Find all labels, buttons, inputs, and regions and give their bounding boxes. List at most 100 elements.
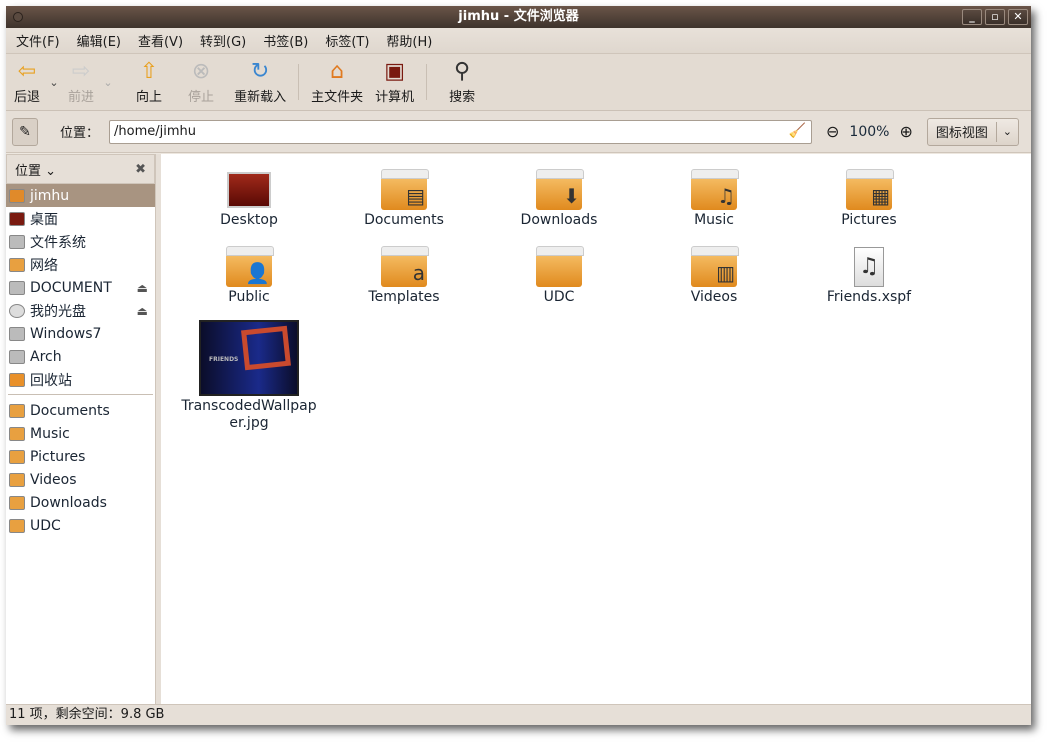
search-icon: ⚲ [454,58,471,84]
maximize-button[interactable]: ▫ [985,9,1005,25]
video-emblem-icon: ▥ [716,261,735,285]
menu-4[interactable]: 书签(B) [257,31,314,50]
sidebar-item-music[interactable]: Music [6,422,155,445]
menu-1[interactable]: 编辑(E) [71,31,127,50]
location-input[interactable]: /home/jimhu 🧹 [109,119,813,144]
sidebar-item-arch[interactable]: Arch [6,345,155,368]
sidebar-type-select[interactable]: 位置 ⌄ [15,160,56,179]
drive-icon [9,326,25,341]
sidebar-item-documents[interactable]: Documents [6,399,155,422]
back-label: 后退 [14,89,41,105]
back-arrow-icon: ⇦ [17,58,37,84]
folder-icon [9,518,25,533]
file-name: Downloads [520,212,598,228]
file-name: Pictures [841,212,897,228]
zoom-level[interactable]: 100% [849,124,889,140]
document-emblem-icon: ▤ [406,184,425,208]
zoom-out-icon[interactable]: ⊖ [826,122,839,141]
sidebar-item-downloads[interactable]: Downloads [6,491,155,514]
close-button[interactable]: ✕ [1008,9,1028,25]
sidebar-item-桌面[interactable]: 桌面 [6,207,155,230]
menu-0[interactable]: 文件(F) [10,31,66,50]
sidebar-item-label: 我的光盘 [30,303,86,320]
forward-history-dropdown[interactable]: ⌄ [100,76,116,89]
eject-icon[interactable]: ⏏ [137,304,148,318]
back-history-dropdown[interactable]: ⌄ [46,76,62,89]
template-emblem-icon: a [412,261,425,285]
file-item[interactable]: FRIENDS TranscodedWallpaper.jpg [174,320,324,432]
folder-icon: ♫ [691,169,739,210]
sidebar-type-label: 位置 [15,163,42,179]
sidebar-item-label: Pictures [30,448,86,465]
forward-button[interactable]: ⇨ 前进 [62,56,100,108]
file-item[interactable]: UDC [484,246,634,305]
minimize-button[interactable]: _ [962,9,982,25]
file-name: Videos [690,289,738,305]
file-item[interactable]: ⬇ Downloads [484,169,634,228]
file-name: Desktop [220,212,278,228]
file-item[interactable]: ▤ Documents [329,169,479,228]
reload-button[interactable]: ↻ 重新载入 [228,56,292,108]
sidebar-item-label: Windows7 [30,325,102,342]
sidebar-item-jimhu[interactable]: jimhu [6,184,155,207]
file-item[interactable]: ♫ Friends.xspf [794,247,944,305]
folder-icon: ▦ [846,169,894,210]
window-title: jimhu - 文件浏览器 [458,9,579,24]
sidebar-item-pictures[interactable]: Pictures [6,445,155,468]
thumbnail-frame [241,325,291,371]
download-emblem-icon: ⬇ [563,184,580,208]
sidebar-item-udc[interactable]: UDC [6,514,155,537]
view-mode-select[interactable]: 图标视图 ⌄ [926,117,1019,146]
home-folder-icon [9,188,25,203]
sidebar-divider [8,394,153,395]
toggle-location-edit-button[interactable]: ✎ [12,117,38,146]
zoom-in-icon[interactable]: ⊕ [899,122,912,141]
back-button[interactable]: ⇦ 后退 [8,56,46,108]
folder-icon: ⬇ [536,169,584,210]
clear-broom-icon[interactable]: 🧹 [789,123,806,139]
home-button[interactable]: ⌂ 主文件夹 [305,56,369,108]
menu-bar: 文件(F) 编辑(E) 查看(V) 转到(G) 书签(B) 标签(T) 帮助(H) [6,28,1031,54]
sidebar-item-我的光盘[interactable]: 我的光盘 ⏏ [6,299,155,322]
trash-icon [9,372,25,387]
sidebar-item-windows7[interactable]: Windows7 [6,322,155,345]
file-browser-window: jimhu - 文件浏览器 _ ▫ ✕ 文件(F) 编辑(E) 查看(V) 转到(G)… [6,6,1031,725]
sidebar-item-label: 桌面 [30,211,58,228]
up-button[interactable]: ⇧ 向上 [130,56,168,108]
sidebar-item-videos[interactable]: Videos [6,468,155,491]
audio-file-icon: ♫ [846,247,892,287]
search-button[interactable]: ⚲ 搜索 [443,56,481,108]
sidebar-item-label: jimhu [30,187,70,204]
file-name: UDC [543,289,575,305]
menu-3[interactable]: 转到(G) [194,31,252,50]
file-item[interactable]: a Templates [329,246,479,305]
sidebar-item-label: 文件系统 [30,234,86,251]
sidebar-item-document[interactable]: DOCUMENT ⏏ [6,276,155,299]
sidebar-item-网络[interactable]: 网络 [6,253,155,276]
file-item[interactable]: ▥ Videos [639,246,789,305]
file-name: Public [228,289,270,305]
file-item[interactable]: ▦ Pictures [794,169,944,228]
menu-5[interactable]: 标签(T) [319,31,375,50]
file-name: TranscodedWallpaper.jpg [181,398,317,431]
sidebar-item-回收站[interactable]: 回收站 [6,368,155,391]
computer-button[interactable]: ▣ 计算机 [369,56,420,108]
menu-2[interactable]: 查看(V) [132,31,189,50]
forward-arrow-icon: ⇨ [71,58,91,84]
stop-button[interactable]: ⊗ 停止 [182,56,220,108]
menu-6[interactable]: 帮助(H) [380,31,438,50]
sidebar-item-文件系统[interactable]: 文件系统 [6,230,155,253]
person-emblem-icon: 👤 [245,261,270,285]
file-name: Documents [364,212,444,228]
desktop-icon [226,170,272,210]
file-item[interactable]: Desktop [174,170,324,228]
file-item[interactable]: 👤 Public [174,246,324,305]
desktop-icon [9,211,25,226]
chevron-down-icon: ⌄ [995,121,1018,142]
status-bar: 11 项，剩余空间：9.8 GB [6,704,1031,725]
eject-icon[interactable]: ⏏ [137,281,148,295]
bookmarks-list: Documents Music Pictures Videos Downloads UDC [6,399,155,537]
file-item[interactable]: ♫ Music [639,169,789,228]
close-sidebar-icon[interactable]: ✖ [135,162,146,177]
window-menu-button[interactable] [13,12,23,22]
